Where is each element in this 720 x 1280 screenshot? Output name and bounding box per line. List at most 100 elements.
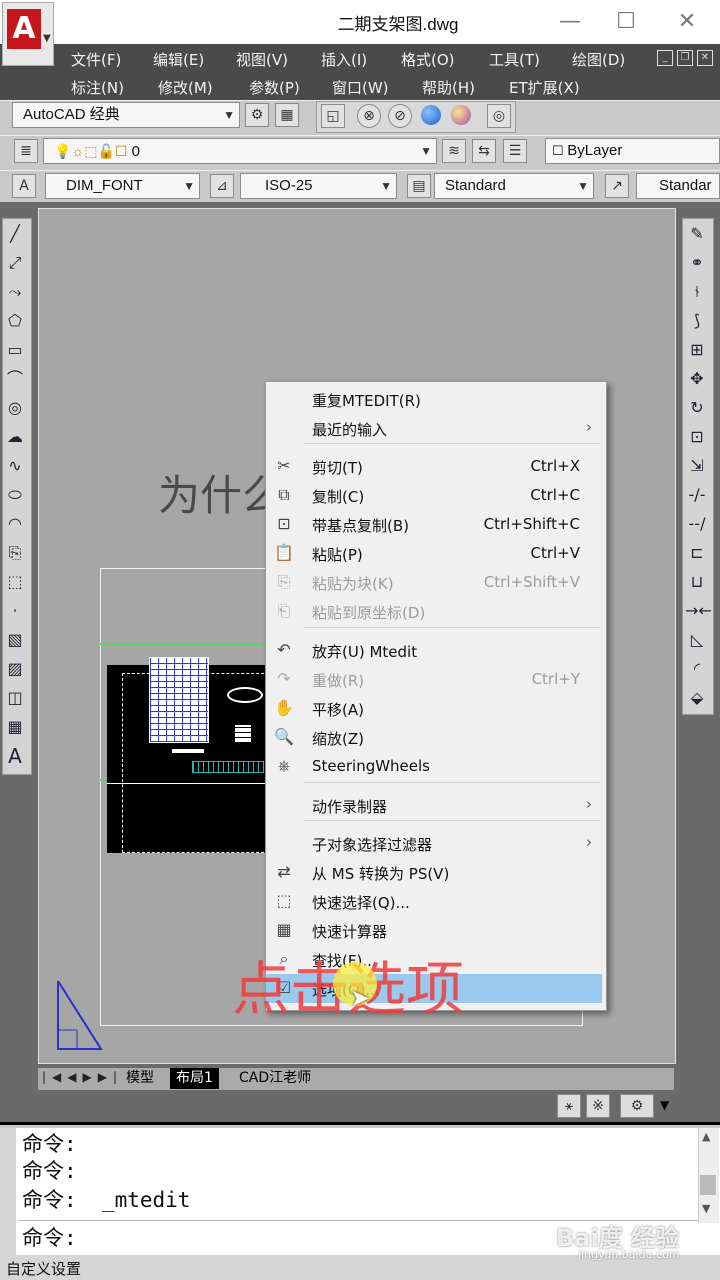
scroll-up-icon[interactable]: ▲ — [702, 1130, 710, 1143]
shade-mode-icon[interactable]: ◱ — [321, 104, 345, 128]
text-style-dropdown[interactable]: DIM_FONT ▼ — [45, 173, 200, 199]
polygon-icon[interactable]: ⬠ — [3, 308, 27, 334]
menu-tools[interactable]: 工具(T) — [489, 49, 540, 70]
realistic-icon[interactable] — [421, 105, 441, 125]
context-menu-item[interactable]: 动作录制器 › — [266, 791, 606, 820]
scale-icon[interactable]: ⊡ — [685, 424, 709, 450]
tab-cad-teacher[interactable]: CAD江老师 — [233, 1068, 317, 1089]
context-menu-item[interactable]: ✂ 剪切(T) Ctrl+X — [266, 452, 606, 481]
menu-et-express[interactable]: ET扩展(X) — [509, 77, 580, 98]
scroll-thumb[interactable] — [700, 1175, 716, 1195]
menu-file[interactable]: 文件(F) — [71, 49, 121, 70]
tab-nav-arrows-icon[interactable]: |◀◀▶▶| — [42, 1070, 123, 1084]
chamfer-icon[interactable]: ◺ — [685, 627, 709, 653]
hatch-icon[interactable]: ▧ — [3, 627, 27, 653]
multiline-text-icon[interactable]: A — [3, 743, 27, 769]
revision-cloud-icon[interactable]: ☁ — [3, 424, 27, 450]
context-menu-item[interactable]: ⊡ 带基点复制(B) Ctrl+Shift+C — [266, 510, 606, 539]
array-icon[interactable]: ⊞ — [685, 337, 709, 363]
workspace-settings-icon[interactable]: ⚙ — [245, 103, 269, 127]
menu-format[interactable]: 格式(O) — [401, 49, 455, 70]
close-button[interactable]: ✕ — [672, 8, 702, 36]
offset-icon[interactable]: ⟆ — [685, 308, 709, 334]
dim-style-dropdown[interactable]: ISO-25 ▼ — [240, 173, 397, 199]
minimize-button[interactable]: — — [555, 8, 585, 36]
construction-line-icon[interactable]: ⤢ — [3, 250, 27, 276]
trim-icon[interactable]: -/- — [685, 482, 709, 508]
point-icon[interactable]: · — [3, 598, 27, 624]
menu-edit[interactable]: 编辑(E) — [153, 49, 204, 70]
annotation-visibility-icon[interactable]: ※ — [586, 1094, 610, 1118]
context-menu-item[interactable]: ✋ 平移(A) — [266, 694, 606, 723]
application-menu-button[interactable]: A ▼ — [2, 2, 54, 66]
context-menu-item[interactable]: 子对象选择过滤器 › — [266, 829, 606, 858]
gradient-icon[interactable]: ▨ — [3, 656, 27, 682]
spline-icon[interactable]: ∿ — [3, 453, 27, 479]
break-at-point-icon[interactable]: ⊏ — [685, 540, 709, 566]
rotate-icon[interactable]: ↻ — [685, 395, 709, 421]
context-menu-item[interactable]: ↶ 放弃(U) Mtedit — [266, 636, 606, 665]
dim-style-icon[interactable]: ⊿ — [210, 174, 234, 198]
workspace-switch-icon[interactable]: ⚙ — [620, 1094, 654, 1118]
region-icon[interactable]: ◫ — [3, 685, 27, 711]
table-style-icon[interactable]: ▤ — [407, 174, 431, 198]
doc-close-icon[interactable]: ✕ — [697, 50, 713, 66]
layer-states-icon[interactable]: ☰ — [503, 139, 527, 163]
explode-icon[interactable]: ⬙ — [685, 685, 709, 711]
layer-dropdown[interactable]: 💡☼⬚🔓☐ 0 ▼ — [43, 138, 437, 164]
menu-help[interactable]: 帮助(H) — [422, 77, 475, 98]
menu-draw[interactable]: 绘图(D) — [572, 49, 625, 70]
join-icon[interactable]: →← — [685, 598, 712, 624]
context-menu-item[interactable]: 📋 粘贴(P) Ctrl+V — [266, 539, 606, 568]
line-icon[interactable]: ╱ — [3, 221, 27, 247]
visual-style-manager-icon[interactable]: ◎ — [487, 104, 511, 128]
menu-dimension[interactable]: 标注(N) — [71, 77, 124, 98]
doc-restore-icon[interactable]: ❐ — [677, 50, 693, 66]
extend-icon[interactable]: --/ — [685, 511, 709, 537]
chevron-down-icon[interactable]: ▼ — [660, 1098, 669, 1112]
menu-insert[interactable]: 插入(I) — [321, 49, 367, 70]
menu-parameter[interactable]: 参数(P) — [249, 77, 300, 98]
fillet-icon[interactable]: ◜ — [685, 656, 709, 682]
workspace-dropdown[interactable]: AutoCAD 经典 ▼ — [12, 102, 240, 128]
menu-modify[interactable]: 修改(M) — [158, 77, 213, 98]
context-menu-item[interactable]: 🔍 缩放(Z) — [266, 723, 606, 752]
context-menu-item[interactable]: ⬚ 快速选择(Q)... — [266, 887, 606, 916]
layer-previous-icon[interactable]: ⇆ — [472, 139, 496, 163]
context-menu-item[interactable]: ⎈ SteeringWheels — [266, 752, 606, 781]
annotation-scale-icon[interactable]: ⚹ — [557, 1094, 581, 1118]
context-menu-item[interactable]: ⇄ 从 MS 转换为 PS(V) — [266, 858, 606, 887]
polyline-icon[interactable]: ⤳ — [3, 279, 27, 305]
color-dropdown[interactable]: ☐ ByLayer — [545, 138, 720, 164]
command-window-grip[interactable] — [0, 1128, 16, 1255]
rectangle-icon[interactable]: ▭ — [3, 337, 27, 363]
doc-minimize-icon[interactable]: _ — [657, 50, 673, 66]
conceptual-icon[interactable] — [451, 105, 471, 125]
menu-view[interactable]: 视图(V) — [236, 49, 288, 70]
ellipse-arc-icon[interactable]: ◠ — [3, 511, 27, 537]
arc-icon[interactable]: ⌒ — [3, 366, 27, 392]
tab-model[interactable]: 模型 — [120, 1068, 160, 1089]
ellipse-icon[interactable]: ⬭ — [3, 482, 27, 508]
context-menu-item[interactable]: 最近的输入 › — [266, 414, 606, 443]
toolbar-customize-icon[interactable]: ▦ — [275, 103, 299, 127]
table-icon[interactable]: ▦ — [3, 714, 27, 740]
context-menu-item[interactable]: ▦ 快速计算器 — [266, 916, 606, 945]
erase-icon[interactable]: ✎ — [685, 221, 709, 247]
scroll-down-icon[interactable]: ▼ — [702, 1202, 710, 1215]
tab-layout1[interactable]: 布局1 — [170, 1068, 219, 1089]
mirror-icon[interactable]: ⫮ — [685, 279, 709, 305]
menu-window[interactable]: 窗口(W) — [332, 77, 389, 98]
break-icon[interactable]: ⊔ — [685, 569, 709, 595]
move-icon[interactable]: ✥ — [685, 366, 709, 392]
table-style-dropdown[interactable]: Standard ▼ — [434, 173, 594, 199]
context-menu-item[interactable]: ⧉ 复制(C) Ctrl+C — [266, 481, 606, 510]
text-style-icon[interactable]: A — [12, 174, 36, 198]
maximize-button[interactable]: ☐ — [611, 8, 641, 36]
layer-properties-icon[interactable]: ≣ — [14, 139, 38, 163]
copy-object-icon[interactable]: ⚭ — [685, 250, 709, 276]
command-prompt[interactable]: 命令: — [22, 1222, 77, 1252]
stretch-icon[interactable]: ⇲ — [685, 453, 709, 479]
multileader-style-dropdown[interactable]: Standar — [636, 173, 720, 199]
multileader-style-icon[interactable]: ↗ — [605, 174, 629, 198]
